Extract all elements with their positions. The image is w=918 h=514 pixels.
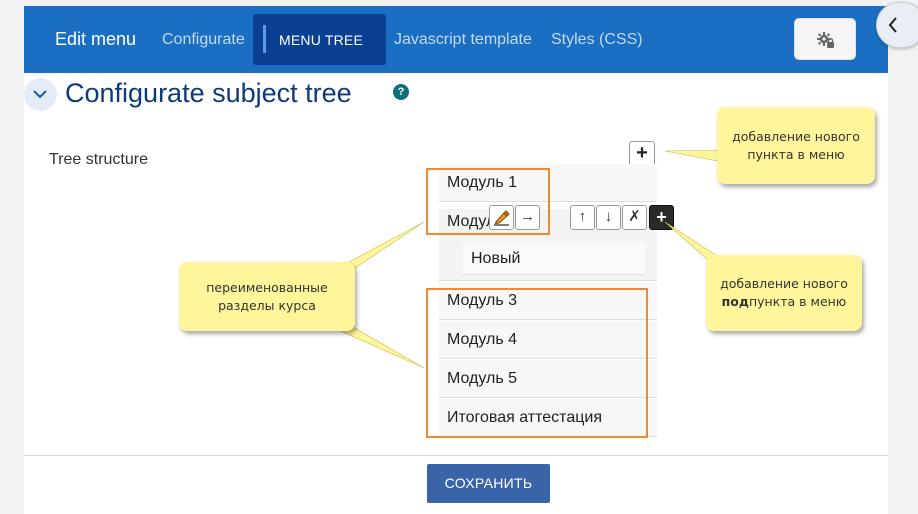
- callout-add-subitem-bold: под: [721, 294, 749, 309]
- callout-add-subitem-pre: добавление нового: [720, 276, 848, 291]
- form-divider: [24, 455, 888, 456]
- callout-renamed-sections: переименованные разделы курса: [179, 262, 355, 331]
- drawer-toggle-button[interactable]: [876, 2, 918, 48]
- callout-add-subitem: добавление нового подпункта в меню: [706, 255, 862, 331]
- callout-add-subitem-post: пункта в меню: [748, 294, 847, 309]
- callout-add-subitem-text: добавление нового подпункта в меню: [714, 275, 854, 311]
- callout-add-item-text: добавление нового пункта в меню: [732, 128, 860, 162]
- chevron-left-icon: [888, 17, 897, 33]
- callout-add-item: добавление нового пункта в меню: [717, 107, 875, 184]
- callout-renamed-text: переименованные разделы курса: [206, 279, 328, 313]
- save-button[interactable]: СОХРАНИТЬ: [427, 464, 550, 503]
- page: Edit menu Configurate MENU TREE Javascri…: [24, 6, 888, 514]
